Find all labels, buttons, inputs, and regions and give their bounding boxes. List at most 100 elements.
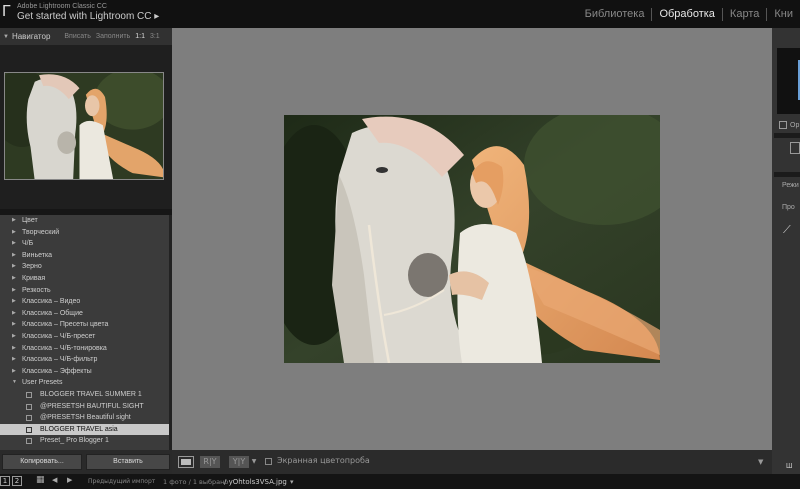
toolbar-dropdown-icon[interactable]: ▼ — [758, 458, 763, 466]
preset-folder[interactable]: ▶ Кривая — [0, 273, 169, 285]
original-checkbox[interactable] — [779, 121, 787, 129]
zoom-1-1[interactable]: 1:1 — [135, 33, 145, 40]
preset-item[interactable]: @PRESETSH Beautiful sight — [0, 412, 169, 424]
preset-folder-user[interactable]: ▼ User Presets — [0, 377, 169, 389]
preset-folder[interactable]: ▶ Классика – Эффекты — [0, 366, 169, 378]
preset-item-label: BLOGGER TRAVEL asia — [40, 425, 118, 433]
triangle-right-icon: ▶ — [12, 321, 16, 328]
preset-item-label: @PRESETSH BAUTIFUL SIGHT — [40, 402, 144, 410]
thumbnail-photo-image — [5, 73, 163, 179]
preset-folder[interactable]: ▶ Классика – Ч/Б-тонировка — [0, 343, 169, 355]
panel-separator — [774, 133, 800, 138]
preset-item[interactable]: @PRESETSH BAUTIFUL SIGHT — [0, 401, 169, 413]
preset-icon — [26, 392, 32, 398]
preset-folder-label: Зерно — [22, 263, 42, 271]
presets-list: ▶ Цвет ▶ Творческий ▶ Ч/Б ▶ Виньетка ▶ Зерно … — [0, 215, 169, 450]
paste-button[interactable]: Вставить — [86, 454, 170, 470]
preset-folder[interactable]: ▶ Зерно — [0, 261, 169, 273]
window-1-button[interactable]: 1 — [0, 476, 10, 486]
back-arrow-icon[interactable]: ◀ — [52, 476, 57, 484]
identity-plate-text: Get started with Lightroom CC — [17, 11, 152, 22]
triangle-down-icon[interactable]: ▼ — [3, 34, 9, 40]
triangle-right-icon: ▶ — [12, 367, 16, 374]
module-develop[interactable]: Обработка — [651, 8, 721, 21]
preset-icon — [26, 415, 32, 422]
histogram — [777, 48, 800, 114]
triangle-right-icon: ▶ — [12, 263, 16, 270]
window-2-button[interactable]: 2 — [12, 476, 22, 486]
before-after-button[interactable]: R|Y — [200, 456, 220, 468]
preset-icon — [26, 403, 32, 410]
preset-folder-label: Классика – Ч/Б-тонировка — [22, 344, 107, 352]
filmstrip-source[interactable]: Предыдущий импорт — [88, 478, 155, 485]
preset-folder-label: Цвет — [22, 217, 38, 224]
preset-folder[interactable]: ▶ Резкость — [0, 285, 169, 297]
grid-icon[interactable]: ▦ — [36, 475, 45, 485]
preset-folder-label: Творческий — [22, 228, 60, 236]
preset-folder-label: Кривая — [22, 275, 46, 282]
navigator-title: Навигатор — [11, 32, 51, 41]
preset-folder[interactable]: ▶ Творческий — [0, 227, 169, 239]
triangle-right-icon: ▶ — [12, 309, 16, 316]
chevron-down-icon[interactable]: ▾ — [290, 478, 294, 486]
main-photo[interactable] — [284, 115, 660, 363]
main-photo-image — [284, 115, 660, 363]
triangle-right-icon: ▶ — [12, 217, 16, 223]
module-map[interactable]: Карта — [721, 8, 766, 21]
preset-folder[interactable]: ▶ Классика – Ч/Б-фильтр — [0, 354, 169, 366]
triangle-right-icon: ▶ — [12, 275, 16, 281]
triangle-right-icon: ▶ — [12, 333, 16, 339]
preset-folder-label: Ч/Б — [22, 240, 34, 248]
preset-folder[interactable]: ▶ Ч/Б — [0, 238, 169, 250]
chevron-down-icon[interactable]: ▼ — [250, 456, 258, 468]
zoom-3-1[interactable]: 3:1 — [150, 33, 160, 40]
module-picker: Библиотека Обработка Карта Кни — [578, 8, 800, 21]
crop-tool-icon[interactable] — [790, 142, 800, 154]
navigator-header[interactable]: ▼ Навигатор Вписать Заполнить 1:1 3:1 — [0, 28, 172, 45]
eyedropper-icon[interactable]: ⟋ — [783, 224, 791, 237]
preset-folder[interactable]: ▶ Цвет — [0, 215, 169, 227]
zoom-fit[interactable]: Вписать — [64, 33, 90, 40]
preset-folder[interactable]: ▶ Виньетка — [0, 250, 169, 262]
loupe-view-icon[interactable] — [178, 456, 194, 468]
triangle-right-icon: ▶ — [12, 251, 16, 258]
profile-label: Про — [782, 204, 795, 211]
preset-item-label: @PRESETSH Beautiful sight — [40, 414, 131, 422]
preset-item-selected[interactable]: BLOGGER TRAVEL asia — [0, 423, 169, 436]
identity-plate[interactable]: Get started with Lightroom CC ▸ — [17, 11, 159, 22]
preset-folder-label: Классика – Общие — [22, 309, 83, 317]
preset-item[interactable]: Preset_ Pro Blogger 1 — [0, 435, 169, 447]
module-book[interactable]: Кни — [766, 8, 800, 21]
forward-arrow-icon[interactable]: ▶ — [67, 476, 72, 484]
copy-button[interactable]: Копировать... — [2, 454, 82, 470]
chevron-right-icon: ▸ — [154, 11, 160, 22]
zoom-fill[interactable]: Заполнить — [96, 33, 130, 40]
navigator-thumbnail[interactable] — [4, 72, 164, 180]
mode-label: Режи — [782, 182, 799, 189]
triangle-right-icon: ▶ — [12, 298, 16, 305]
preset-item[interactable]: BLOGGER TRAVEL SUMMER 1 — [0, 389, 169, 401]
filmstrip-count: 1 фото / 1 выбрано — [163, 478, 229, 486]
preset-folder-label: Классика – Эффекты — [22, 367, 92, 375]
triangle-right-icon: ▶ — [12, 286, 16, 293]
softproof-checkbox[interactable] — [265, 458, 272, 465]
preset-item-label: Preset_ Pro Blogger 1 — [40, 437, 109, 445]
module-library[interactable]: Библиотека — [578, 8, 652, 21]
preset-item-label: BLOGGER TRAVEL SUMMER 1 — [40, 391, 142, 398]
lightroom-logo-icon: Γ — [2, 3, 11, 20]
triangle-right-icon: ▶ — [12, 228, 16, 235]
preset-folder-label: Резкость — [22, 286, 51, 294]
preset-folder[interactable]: ▶ Классика – Пресеты цвета — [0, 319, 169, 331]
before-after-swap-button[interactable]: Y|Y — [229, 456, 249, 468]
filmstrip-filename: / yOhtols3VSA.jpg — [224, 478, 287, 486]
preset-folder-label: Виньетка — [22, 251, 53, 259]
preset-folder[interactable]: ▶ Классика – Общие — [0, 308, 169, 320]
preset-folder[interactable]: ▶ Классика – Ч/Б-пресет — [0, 331, 169, 343]
panel-separator — [774, 172, 800, 177]
triangle-down-icon: ▼ — [12, 379, 17, 386]
preset-folder[interactable]: ▶ Классика – Видео — [0, 296, 169, 308]
reset-button-fragment[interactable]: Ш — [786, 463, 792, 470]
preset-icon — [26, 438, 32, 445]
triangle-right-icon: ▶ — [12, 344, 16, 351]
preset-folder-label: Классика – Видео — [22, 298, 81, 306]
